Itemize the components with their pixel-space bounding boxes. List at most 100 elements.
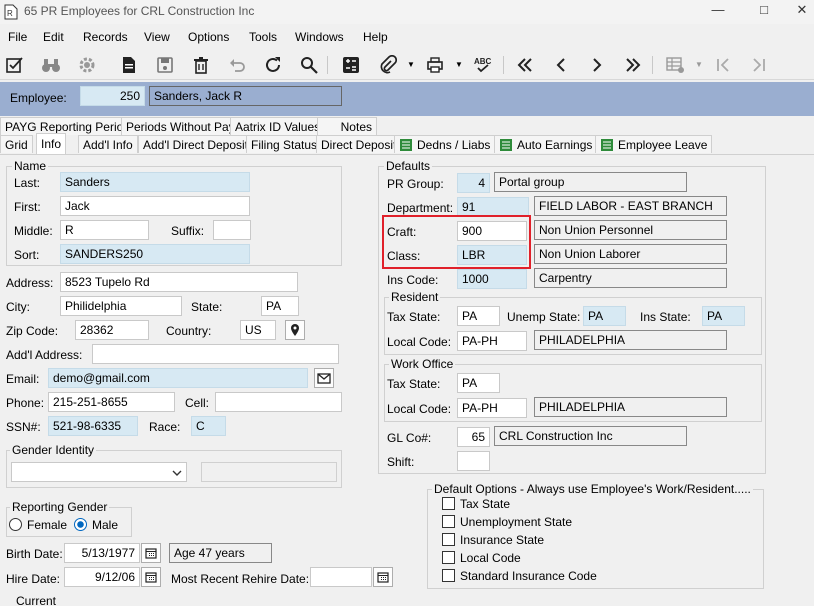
spellcheck-icon[interactable]: ABC xyxy=(471,53,495,77)
close-button[interactable]: ✕ xyxy=(790,2,814,22)
gender-identity-select[interactable] xyxy=(11,462,187,482)
ins-state-label: Ins State: xyxy=(640,310,691,324)
menu-view[interactable]: View xyxy=(144,30,170,44)
tax-state-checkbox[interactable] xyxy=(442,497,455,510)
maximize-button[interactable]: □ xyxy=(746,2,782,22)
menu-windows[interactable]: Windows xyxy=(295,30,344,44)
tab-periods-without-pay[interactable]: Periods Without Pay xyxy=(121,117,240,135)
menu-file[interactable]: File xyxy=(8,30,27,44)
document-icon[interactable] xyxy=(117,53,141,77)
save-icon[interactable] xyxy=(153,53,177,77)
title-bar: R 65 PR Employees for CRL Construction I… xyxy=(0,0,814,24)
department-field[interactable]: 91 xyxy=(457,197,529,217)
resident-local-code-field[interactable]: PA-PH xyxy=(457,331,527,351)
last-record-icon[interactable] xyxy=(621,53,645,77)
cell-field[interactable] xyxy=(215,392,342,412)
menu-edit[interactable]: Edit xyxy=(43,30,64,44)
next-record-icon[interactable] xyxy=(585,53,609,77)
chevron-down-icon[interactable]: ▼ xyxy=(695,60,703,69)
tab-info[interactable]: Info xyxy=(36,133,67,154)
tab-direct-deposit[interactable]: Direct Deposit xyxy=(316,135,402,153)
tab-employee-leave[interactable]: Employee Leave xyxy=(595,135,713,153)
chevron-down-icon[interactable] xyxy=(172,466,182,480)
state-field[interactable]: PA xyxy=(261,296,299,316)
chevron-down-icon[interactable]: ▼ xyxy=(407,60,415,69)
tab-addl-info[interactable]: Add'l Info xyxy=(78,135,138,153)
paperclip-icon[interactable] xyxy=(375,53,399,77)
calculator-icon[interactable] xyxy=(339,53,363,77)
work-local-code-field[interactable]: PA-PH xyxy=(457,398,527,418)
undo-icon[interactable] xyxy=(225,53,249,77)
calendar-icon[interactable] xyxy=(141,543,161,563)
printer-icon[interactable] xyxy=(423,53,447,77)
tab-notes[interactable]: Notes xyxy=(317,117,377,135)
pr-group-field[interactable]: 4 xyxy=(457,173,490,193)
standard-insurance-code-checkbox[interactable] xyxy=(442,569,455,582)
menu-options[interactable]: Options xyxy=(188,30,229,44)
gl-co-field[interactable]: 65 xyxy=(457,427,490,447)
envelope-icon[interactable] xyxy=(314,368,334,388)
country-field[interactable]: US xyxy=(240,320,276,340)
menu-tools[interactable]: Tools xyxy=(249,30,277,44)
map-pin-icon[interactable] xyxy=(285,320,305,340)
last-name-field[interactable]: Sanders xyxy=(60,172,250,192)
calendar-icon[interactable] xyxy=(141,567,161,587)
resident-local-code-label: Local Code: xyxy=(387,335,452,349)
employee-number-field[interactable]: 250 xyxy=(80,86,145,106)
sort-name-field[interactable]: SANDERS250 xyxy=(60,244,250,264)
hire-date-field[interactable]: 9/12/06 xyxy=(64,567,140,587)
female-radio[interactable] xyxy=(9,518,22,531)
edit-checkbox-icon[interactable] xyxy=(3,53,27,77)
tab-grid[interactable]: Grid xyxy=(0,135,33,153)
tab-aatrix-id-values[interactable]: Aatrix ID Values xyxy=(230,117,326,135)
jump-first-icon[interactable] xyxy=(711,53,735,77)
refresh-icon[interactable] xyxy=(261,53,285,77)
employee-name-display: Sanders, Jack R xyxy=(149,86,342,106)
city-field[interactable]: Philidelphia xyxy=(60,296,182,316)
jump-last-icon[interactable] xyxy=(747,53,771,77)
menu-help[interactable]: Help xyxy=(363,30,388,44)
ins-code-field[interactable]: 1000 xyxy=(457,269,527,289)
insurance-state-checkbox[interactable] xyxy=(442,533,455,546)
minimize-button[interactable]: — xyxy=(700,2,736,22)
rehire-date-field[interactable] xyxy=(310,567,372,587)
gear-icon[interactable] xyxy=(75,53,99,77)
craft-field[interactable]: 900 xyxy=(457,221,527,241)
search-icon[interactable] xyxy=(297,53,321,77)
trash-icon[interactable] xyxy=(189,53,213,77)
male-radio[interactable] xyxy=(74,518,87,531)
ssn-field[interactable]: 521-98-6335 xyxy=(48,416,138,436)
tab-auto-earnings[interactable]: Auto Earnings xyxy=(494,135,598,153)
shift-field[interactable] xyxy=(457,451,490,471)
first-record-icon[interactable] xyxy=(513,53,537,77)
chevron-down-icon[interactable]: ▼ xyxy=(455,60,463,69)
menu-records[interactable]: Records xyxy=(83,30,128,44)
binoculars-icon[interactable] xyxy=(39,53,63,77)
class-field[interactable]: LBR xyxy=(457,245,527,265)
local-code-checkbox[interactable] xyxy=(442,551,455,564)
resident-tax-state-field[interactable]: PA xyxy=(457,306,500,326)
calendar-icon[interactable] xyxy=(373,567,393,587)
grid-settings-icon[interactable] xyxy=(663,53,687,77)
tab-payg-reporting-periods[interactable]: PAYG Reporting Periods xyxy=(0,117,141,135)
zip-field[interactable]: 28362 xyxy=(75,320,149,340)
tab-dedns-liabs[interactable]: Dedns / Liabs xyxy=(394,135,496,153)
first-name-field[interactable]: Jack xyxy=(60,196,250,216)
address-field[interactable]: 8523 Tupelo Rd xyxy=(60,272,298,292)
race-field[interactable]: C xyxy=(191,416,226,436)
previous-record-icon[interactable] xyxy=(549,53,573,77)
addl-address-field[interactable] xyxy=(92,344,339,364)
birth-date-field[interactable]: 5/13/1977 xyxy=(64,543,140,563)
unemp-state-field[interactable]: PA xyxy=(583,306,626,326)
unemployment-state-checkbox[interactable] xyxy=(442,515,455,528)
middle-name-field[interactable]: R xyxy=(60,220,149,240)
work-tax-state-field[interactable]: PA xyxy=(457,373,500,393)
suffix-field[interactable] xyxy=(213,220,251,240)
work-office-label: Work Office xyxy=(389,357,456,371)
email-field[interactable]: demo@gmail.com xyxy=(48,368,308,388)
phone-field[interactable]: 215-251-8655 xyxy=(48,392,175,412)
email-label: Email: xyxy=(6,372,40,386)
tab-filing-status[interactable]: Filing Status xyxy=(246,135,323,153)
tab-addl-direct-deposits[interactable]: Add'l Direct Deposits xyxy=(138,135,259,153)
ins-state-field[interactable]: PA xyxy=(702,306,745,326)
